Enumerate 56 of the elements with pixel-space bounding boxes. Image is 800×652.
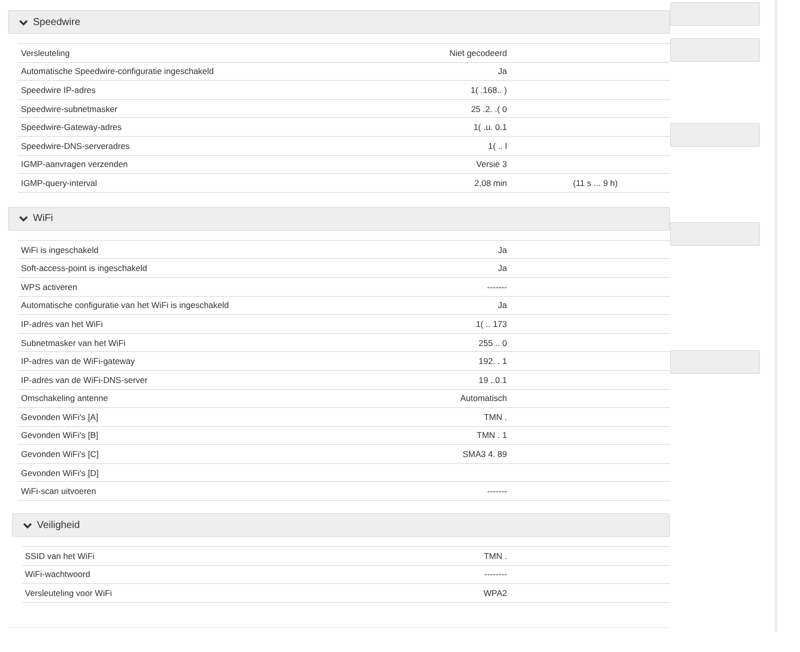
setting-label: Gevonden WiFi's [D] <box>21 468 100 478</box>
setting-label: Versleuteling <box>21 48 71 58</box>
setting-label: Automatische Speedwire-configuratie ingeschakeld <box>21 66 215 76</box>
section-header[interactable]: Speedwire <box>8 10 670 34</box>
setting-value: 1( .168.. ) <box>470 84 507 95</box>
setting-label: Omschakeling antenne <box>21 393 109 404</box>
setting-value: Ja <box>497 244 507 255</box>
setting-label: IP-adres van de WiFi-gateway <box>21 356 136 366</box>
chevron-down-icon <box>19 18 28 26</box>
setting-value: 25 .2. .( 0 <box>470 104 507 114</box>
setting-value: Ja <box>497 263 507 274</box>
setting-label: Speedwire-subnetmasker <box>21 104 118 114</box>
chevron-down-icon <box>19 214 28 224</box>
setting-label: WiFi is ingeschakeld <box>21 244 100 255</box>
setting-value: ------- <box>486 282 507 292</box>
setting-label: Gevonden WiFi's [C] <box>21 449 100 460</box>
setting-label: Versleuteling voor WiFi <box>25 588 113 598</box>
setting-label: WPS activeren <box>21 282 78 292</box>
setting-value: SMA3 4. 89 <box>462 449 507 460</box>
setting-label: Soft-access-point is ingeschakeld <box>21 263 148 274</box>
setting-value: Ja <box>497 66 507 76</box>
setting-value: WPA2 <box>482 588 507 598</box>
setting-value: TMN . 1 <box>476 430 507 440</box>
setting-value: 19 ..0.1 <box>478 374 507 385</box>
setting-value: TMN . <box>482 412 507 422</box>
setting-label: Speedwire-Gateway-adres <box>21 122 123 132</box>
setting-value: TMN . <box>482 550 507 561</box>
setting-value: 2,08 min <box>473 178 507 188</box>
setting-value: Niet gecodeerd <box>448 48 507 58</box>
setting-label: Speedwire-DNS-serveradres <box>21 140 131 151</box>
chevron-down-icon <box>23 520 32 530</box>
setting-label: Speedwire IP-adres <box>21 84 97 95</box>
setting-value: ------- <box>486 486 507 496</box>
setting-value: Automatisch <box>459 393 507 404</box>
setting-label: WiFi-scan uitvoeren <box>21 486 98 496</box>
setting-value: -------- <box>483 569 507 580</box>
setting-value: 192. . 1 <box>478 356 507 366</box>
setting-value: Versie 3 <box>475 159 507 170</box>
setting-value: 1( .. 173 <box>474 318 507 329</box>
setting-value: 255 .. 0 <box>478 338 507 348</box>
setting-label: SSID van het WiFi <box>25 550 96 561</box>
setting-label: Gevonden WiFi's [B] <box>21 430 100 440</box>
section-header[interactable]: Veiligheid <box>12 513 670 538</box>
setting-label: IP-adres van de WiFi-DNS-server <box>21 374 149 385</box>
value-range: (11 s ... 9 h) <box>573 178 618 188</box>
setting-label: WiFi-wachtwoord <box>25 569 92 580</box>
setting-value: 1( .u. 0.1 <box>472 122 507 132</box>
setting-label: Automatische configuratie van het WiFi is ingeschakeld <box>21 300 230 310</box>
setting-label: Subnetmasker van het WiFi <box>21 338 126 348</box>
setting-value: Ja <box>497 300 507 310</box>
setting-value: 1( .. l <box>487 140 507 151</box>
setting-label: IP-adres van het WiFi <box>21 318 104 329</box>
setting-label: IGMP-aanvragen verzenden <box>21 159 129 170</box>
section-header[interactable]: WiFi <box>8 206 670 231</box>
setting-label: Gevonden WiFi's [A] <box>21 412 100 422</box>
setting-label: IGMP-query-interval <box>21 178 98 188</box>
